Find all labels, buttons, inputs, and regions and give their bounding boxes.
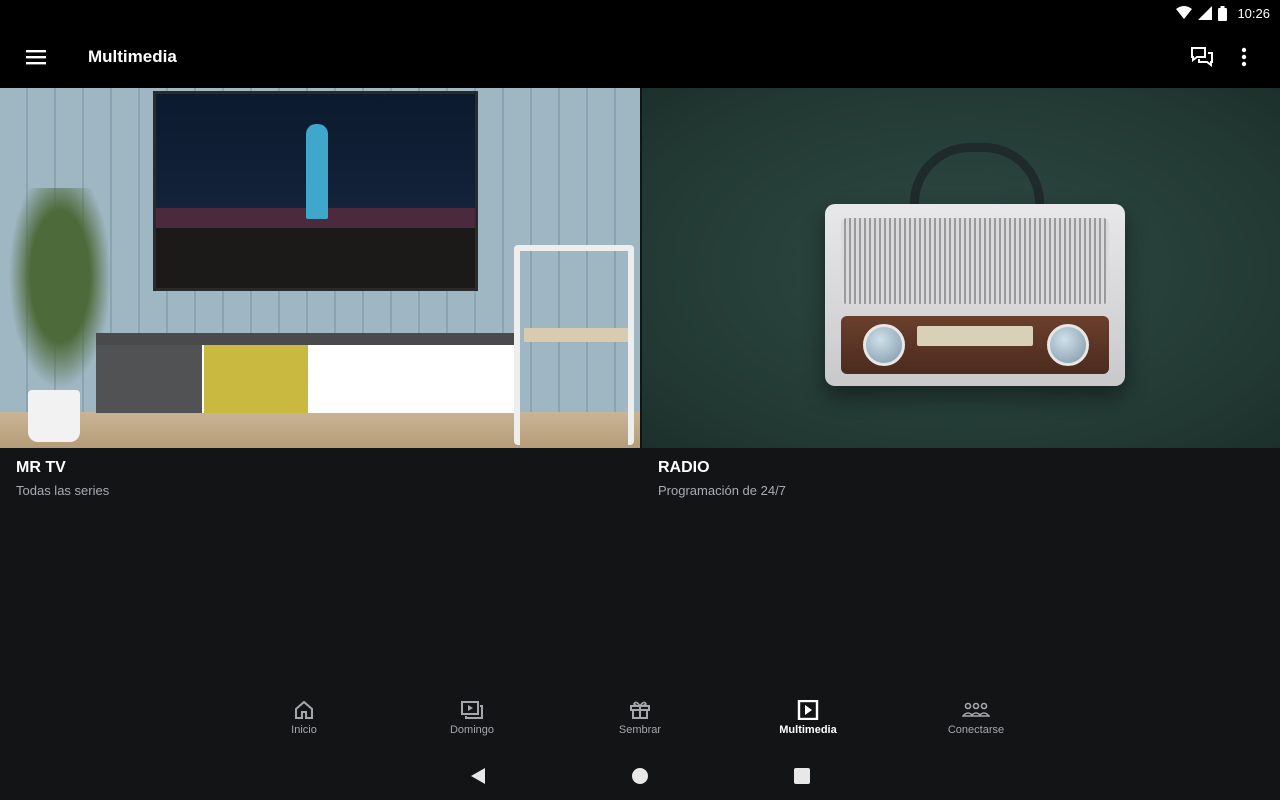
play-box-icon xyxy=(797,700,819,720)
chat-icon[interactable] xyxy=(1188,43,1216,71)
signal-icon xyxy=(1198,6,1213,20)
recents-icon[interactable] xyxy=(790,764,814,788)
home-circle-icon[interactable] xyxy=(628,764,652,788)
card-mr-tv[interactable]: MR TV Todas las series xyxy=(0,88,640,508)
battery-icon xyxy=(1218,5,1228,21)
nav-label: Inicio xyxy=(291,724,317,736)
nav-item-multimedia[interactable]: Multimedia xyxy=(724,700,892,750)
domingo-icon xyxy=(461,701,483,719)
app-bar: Multimedia xyxy=(0,26,1280,88)
clock: 10:26 xyxy=(1237,5,1270,21)
people-icon xyxy=(962,702,990,717)
back-icon[interactable] xyxy=(466,764,490,788)
hamburger-icon[interactable] xyxy=(0,26,72,88)
bottom-navigation: Inicio Domingo Sembrar Multimedia Conect… xyxy=(0,700,1280,750)
app-bar-actions xyxy=(1188,43,1280,71)
card-title: MR TV xyxy=(16,459,66,476)
status-bar: 10:26 xyxy=(0,0,1280,26)
nav-item-conectarse[interactable]: Conectarse xyxy=(892,700,1060,750)
nav-item-domingo[interactable]: Domingo xyxy=(388,700,556,750)
card-radio[interactable]: RADIO Programación de 24/7 xyxy=(640,88,1280,508)
vintage-radio-photo xyxy=(642,88,1280,448)
card-title: RADIO xyxy=(658,459,710,476)
system-navigation xyxy=(0,752,1280,800)
nav-label: Sembrar xyxy=(618,724,662,736)
nav-label: Domingo xyxy=(449,724,495,736)
home-icon xyxy=(295,700,313,719)
nav-label: Conectarse xyxy=(947,724,1005,736)
living-room-tv-photo xyxy=(0,88,640,448)
page-title: Multimedia xyxy=(88,47,177,66)
nav-item-inicio[interactable]: Inicio xyxy=(220,700,388,750)
card-subtitle: Todas las series xyxy=(16,483,110,498)
overflow-menu-icon[interactable] xyxy=(1230,43,1258,71)
nav-label: Multimedia xyxy=(779,724,837,736)
wifi-icon xyxy=(1176,6,1193,20)
media-cards: MR TV Todas las series RADIO Programació… xyxy=(0,88,1280,508)
card-subtitle: Programación de 24/7 xyxy=(658,483,786,498)
nav-item-sembrar[interactable]: Sembrar xyxy=(556,700,724,750)
gift-icon xyxy=(630,701,650,719)
